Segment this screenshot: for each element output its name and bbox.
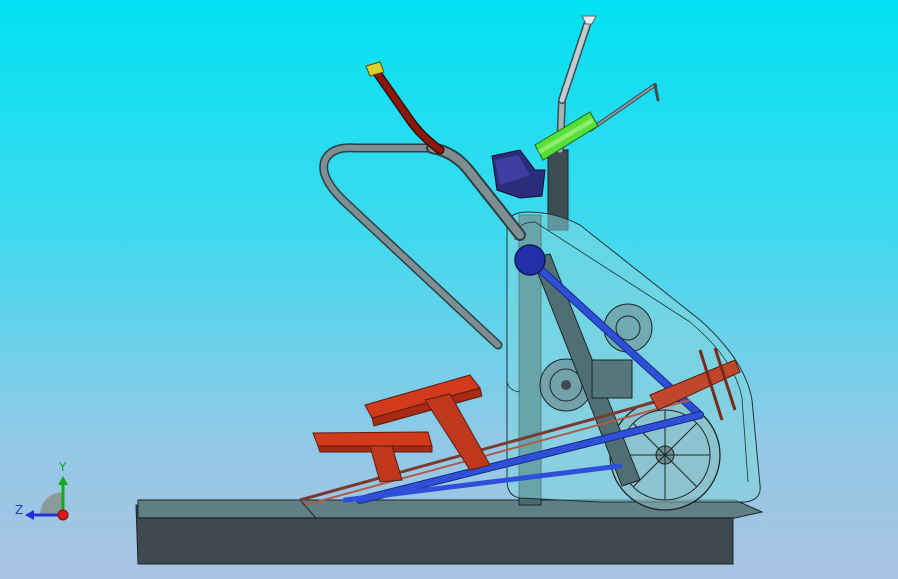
y-axis-label: Y bbox=[58, 460, 67, 474]
cad-viewport[interactable]: Y Z bbox=[0, 0, 898, 579]
origin-point-icon bbox=[57, 509, 69, 521]
axis-triad: Y Z bbox=[15, 460, 69, 521]
y-axis-arrowhead-icon bbox=[58, 476, 68, 485]
z-axis-label: Z bbox=[15, 503, 23, 517]
z-axis-arrowhead-icon bbox=[25, 510, 34, 520]
